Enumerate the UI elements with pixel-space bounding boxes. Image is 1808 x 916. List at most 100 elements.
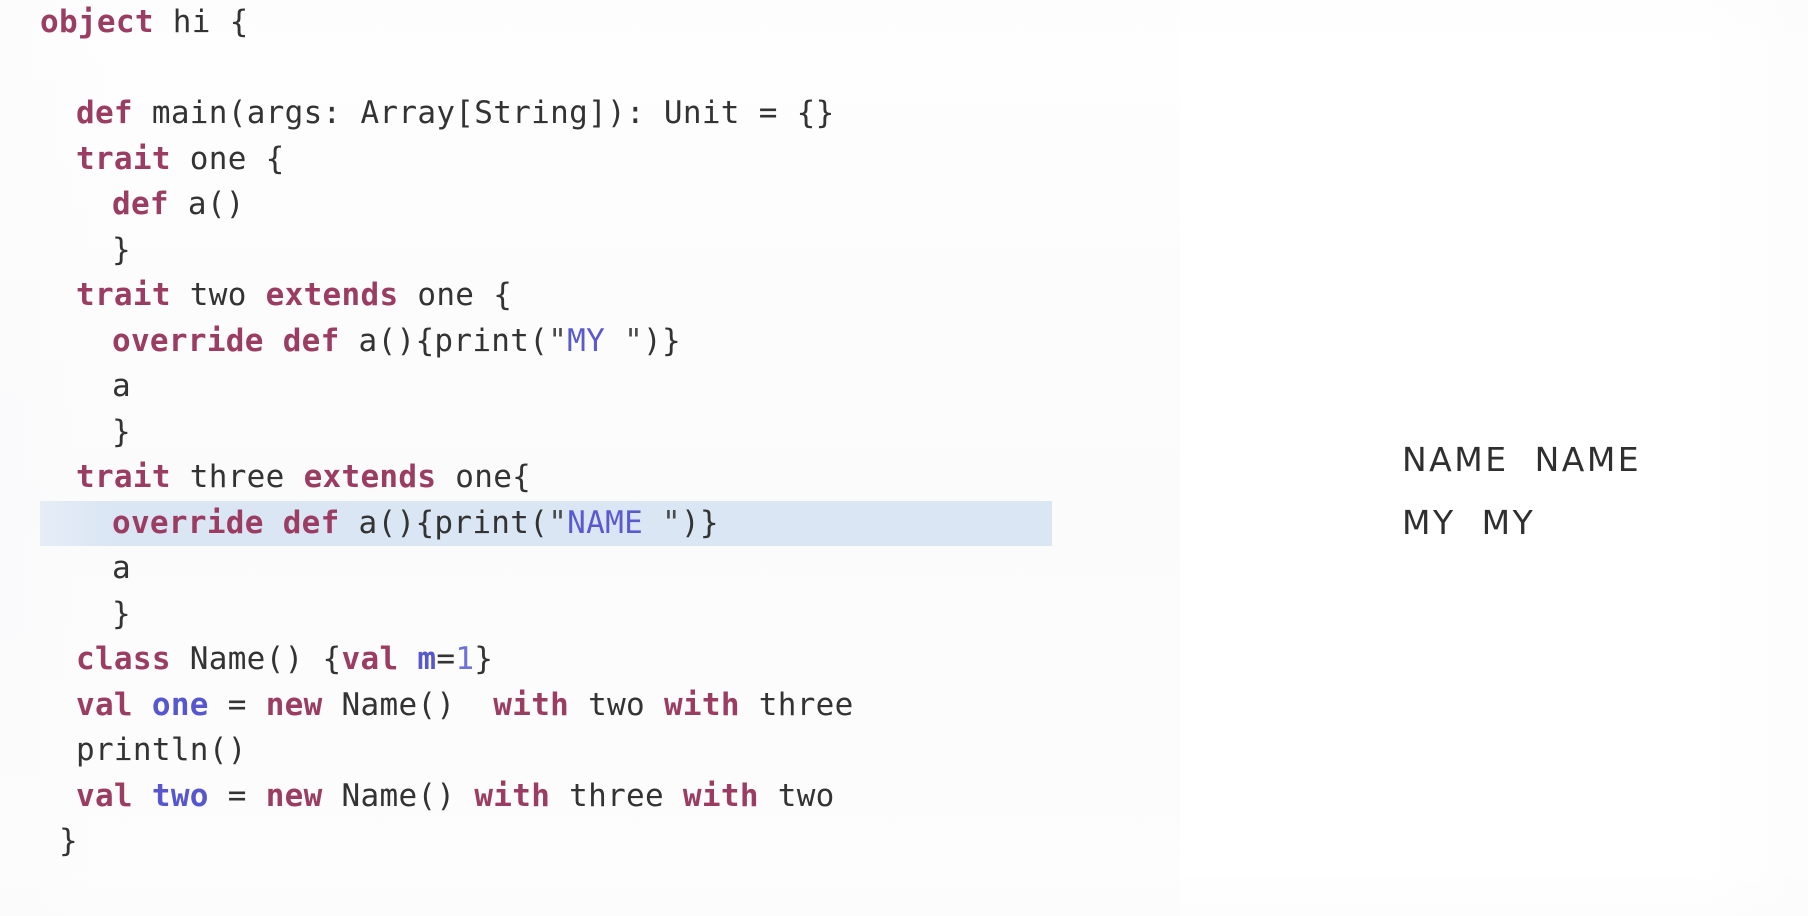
- screenshot-root: object hi { def main(args: Array[String])…: [0, 0, 1808, 916]
- code-token-valname: two: [151, 777, 209, 814]
- code-token-plain: Name(): [322, 777, 475, 814]
- code-line[interactable]: }: [0, 592, 1180, 638]
- code-line-text: println(): [40, 732, 247, 768]
- code-token-plain: a: [112, 550, 131, 586]
- code-line[interactable]: }: [0, 228, 1180, 274]
- code-token-plain: one {: [398, 277, 513, 313]
- code-token-plain: )}: [680, 504, 719, 541]
- code-line-text: object hi {: [40, 4, 249, 40]
- code-token-kw: trait: [76, 277, 171, 313]
- code-editor-pane[interactable]: object hi { def main(args: Array[String])…: [0, 0, 1180, 916]
- console-output-line: NAME NAME: [1402, 440, 1642, 479]
- code-token-quo: ": [548, 504, 568, 541]
- code-token-kw: val: [76, 686, 133, 723]
- code-token-plain: }: [474, 641, 494, 677]
- code-line[interactable]: val one = new Name() with two with three: [0, 683, 1180, 729]
- code-line[interactable]: [0, 46, 1180, 92]
- code-token-kw: trait: [76, 140, 171, 177]
- code-line-text: }: [40, 823, 78, 859]
- code-token-plain: one {: [170, 140, 285, 177]
- code-line[interactable]: val two = new Name() with three with two: [0, 774, 1180, 820]
- code-line-text: class Name() {val m=1}: [40, 641, 493, 677]
- code-line-text: def a(): [40, 186, 245, 222]
- code-token-quo: ": [624, 322, 644, 359]
- code-line-text: trait three extends one{: [40, 459, 531, 495]
- code-token-plain: a(){print(: [339, 322, 549, 359]
- code-line[interactable]: override def a(){print("NAME ")}: [0, 500, 1180, 547]
- code-token-plain: }: [112, 413, 131, 450]
- code-line[interactable]: trait one {: [0, 137, 1180, 183]
- code-token-kw: new: [265, 686, 323, 723]
- code-line-text: trait two extends one {: [40, 277, 512, 313]
- code-line[interactable]: override def a(){print("MY ")}: [0, 319, 1180, 365]
- console-output-pane: NAME NAME MY MY: [1180, 0, 1808, 916]
- code-token-plain: a(): [168, 186, 245, 222]
- code-token-plain: )}: [643, 322, 681, 359]
- code-token-kw: with: [663, 686, 740, 723]
- code-token-plain: =: [208, 777, 266, 814]
- code-line[interactable]: a: [0, 546, 1180, 592]
- code-token-kw: def: [282, 322, 340, 359]
- code-token-kw: extends: [303, 459, 437, 495]
- code-token-plain: two: [758, 777, 835, 814]
- code-token-plain: Name(): [322, 686, 494, 723]
- code-line-text: a: [40, 368, 131, 404]
- code-token-plain: =: [208, 686, 266, 723]
- code-token-plain: =: [436, 641, 456, 677]
- code-line[interactable]: println(): [0, 728, 1180, 774]
- code-token-kw: val: [76, 777, 133, 814]
- code-lines-container[interactable]: object hi { def main(args: Array[String])…: [0, 0, 1180, 865]
- code-token-kw: class: [76, 641, 171, 677]
- code-token-plain: main(args: Array[String]): Unit = {}: [132, 95, 835, 131]
- code-token-plain: Name() {: [170, 641, 342, 677]
- code-line-text: trait one {: [40, 141, 285, 177]
- code-token-kw: new: [265, 777, 323, 814]
- code-token-plain: a: [112, 368, 131, 404]
- code-line[interactable]: trait three extends one{: [0, 455, 1180, 501]
- code-line[interactable]: def a(): [0, 182, 1180, 228]
- code-token-plain: three: [170, 459, 304, 495]
- code-token-plain: println(): [76, 732, 247, 768]
- code-token-kw: override: [112, 504, 264, 541]
- code-line[interactable]: }: [0, 819, 1180, 865]
- code-token-kw: def: [282, 504, 340, 541]
- code-token-kw: with: [682, 777, 759, 814]
- code-token-kw: extends: [265, 277, 399, 313]
- code-line[interactable]: trait two extends one {: [0, 273, 1180, 319]
- code-token-plain: hi {: [153, 4, 249, 40]
- code-line-text: }: [40, 414, 131, 450]
- code-line[interactable]: object hi {: [0, 0, 1180, 46]
- code-token-num: 1: [455, 641, 475, 677]
- code-token-plain: three: [550, 777, 683, 814]
- code-line-text: a: [40, 550, 131, 586]
- code-token-plain: }: [40, 823, 78, 859]
- code-token-kw: object: [40, 4, 154, 40]
- code-line[interactable]: }: [0, 410, 1180, 456]
- code-token-valname: one: [151, 686, 209, 723]
- code-token-kw: def: [112, 186, 169, 222]
- code-line-text: def main(args: Array[String]): Unit = {}: [40, 95, 835, 131]
- code-line[interactable]: a: [0, 364, 1180, 410]
- code-token-plain: }: [112, 231, 131, 268]
- code-line[interactable]: class Name() {val m=1}: [0, 637, 1180, 683]
- code-line-text: }: [40, 596, 131, 632]
- code-token-quo: ": [548, 322, 568, 359]
- code-token-plain: three: [739, 686, 854, 723]
- code-token-str: MY: [567, 322, 625, 359]
- code-line-text: override def a(){print("MY ")}: [40, 323, 681, 359]
- code-line-text: }: [40, 232, 131, 268]
- code-token-kw: def: [76, 95, 133, 131]
- code-token-plain: two: [170, 277, 266, 313]
- code-line[interactable]: def main(args: Array[String]): Unit = {}: [0, 91, 1180, 137]
- code-line-text: val one = new Name() with two with three: [40, 687, 854, 723]
- code-token-kw: val: [341, 641, 399, 677]
- console-output-lines: NAME NAME MY MY: [1402, 428, 1782, 554]
- code-token-kw: with: [474, 777, 551, 814]
- code-token-kw: override: [112, 322, 264, 359]
- code-token-valname: m: [417, 641, 437, 677]
- code-token-plain: }: [112, 595, 131, 632]
